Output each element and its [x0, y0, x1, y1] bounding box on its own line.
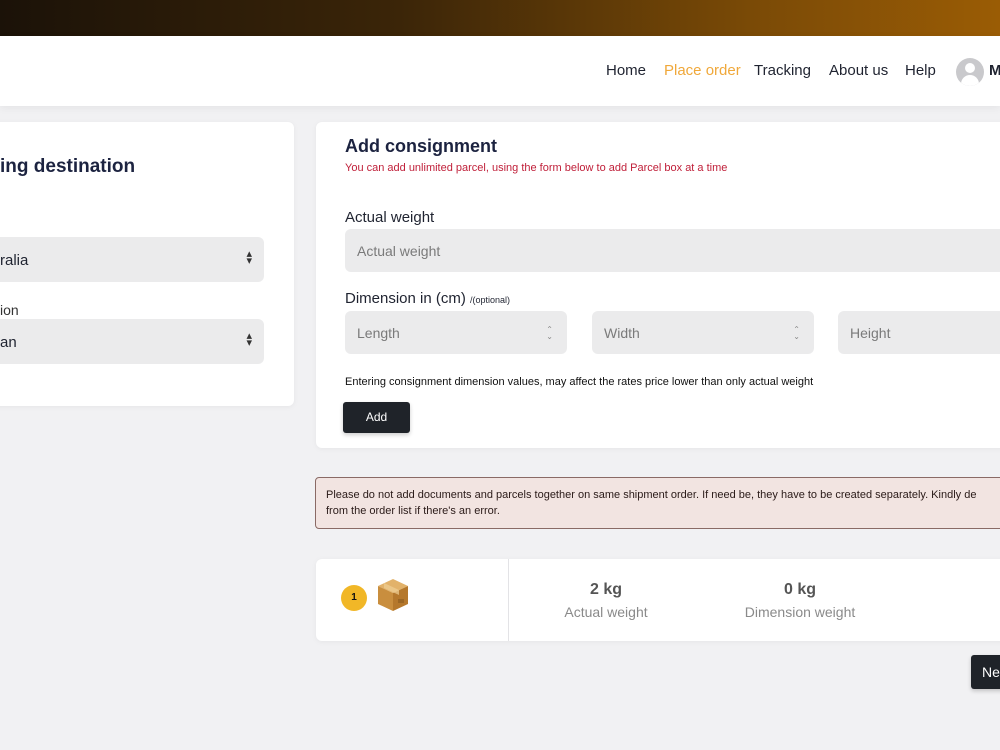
dimension-label-text: Dimension in (cm)	[345, 290, 466, 307]
stepper-icon[interactable]: ⌃ ⌄	[546, 326, 553, 341]
actual-weight-stat-label: Actual weight	[564, 604, 648, 620]
dimension-label: Dimension in (cm) /(optional)	[345, 290, 510, 307]
actual-weight-label: Actual weight	[345, 209, 435, 226]
dimension-weight-stat-label: Dimension weight	[744, 604, 856, 620]
length-placeholder: Length	[357, 325, 400, 341]
dimension-note: Entering consignment dimension values, m…	[345, 376, 814, 388]
consignment-subtitle: You can add unlimited parcel, using the …	[345, 162, 728, 174]
actual-weight-input[interactable]: Actual weight	[345, 229, 1000, 272]
length-input[interactable]: Length ⌃ ⌄	[345, 311, 567, 354]
add-button[interactable]: Add	[343, 402, 410, 433]
nav-home[interactable]: Home	[606, 62, 646, 79]
warning-alert: Please do not add documents and parcels …	[315, 477, 1000, 529]
stepper-icon[interactable]: ⌃ ⌄	[793, 326, 800, 341]
actual-weight-value: 2 kg	[589, 581, 622, 598]
consignment-title: Add consignment	[345, 136, 497, 156]
nav-about-us[interactable]: About us	[829, 62, 888, 79]
country-select[interactable]: ralia ▴ ▾	[0, 237, 264, 282]
width-placeholder: Width	[604, 325, 640, 341]
height-placeholder: Height	[850, 325, 891, 341]
parcel-index-badge: 1	[341, 585, 367, 611]
top-banner	[0, 0, 1000, 36]
width-input[interactable]: Width ⌃ ⌄	[592, 311, 814, 354]
actual-weight-stat: 2 kg Actual weight	[526, 581, 686, 620]
user-avatar-icon[interactable]	[956, 58, 984, 86]
height-input[interactable]: Height	[838, 311, 1000, 354]
select-arrows-icon: ▴ ▾	[246, 248, 252, 267]
dimension-weight-stat: 0 kg Dimension weight	[720, 581, 880, 620]
region-label: ion	[0, 302, 19, 318]
country-select-value: ralia	[0, 252, 29, 269]
parcel-box-icon	[378, 579, 408, 611]
next-button[interactable]: Ne	[971, 655, 1000, 689]
divider	[508, 559, 509, 641]
navbar: Home Place order Tracking About us Help …	[0, 36, 1000, 106]
destination-title: ing destination	[0, 156, 136, 177]
parcel-summary-card: 1 2 kg Actual weight 0 kg Dimension weig…	[316, 559, 1000, 641]
nav-place-order[interactable]: Place order	[664, 62, 741, 79]
select-arrows-icon: ▴ ▾	[246, 330, 252, 349]
warning-line-2: from the order list if there's an error.	[326, 505, 500, 517]
warning-line-1: Please do not add documents and parcels …	[326, 489, 977, 501]
destination-card: ing destination ralia ▴ ▾ ion an ▴ ▾	[0, 122, 294, 406]
user-name[interactable]: M	[989, 62, 1000, 79]
region-select-value: an	[0, 334, 17, 351]
nav-help[interactable]: Help	[905, 62, 936, 79]
nav-tracking[interactable]: Tracking	[754, 62, 811, 79]
add-consignment-card: Add consignment You can add unlimited pa…	[316, 122, 1000, 448]
dimension-weight-value: 0 kg	[783, 581, 816, 598]
region-select[interactable]: an ▴ ▾	[0, 319, 264, 364]
dimension-optional-text: /(optional)	[470, 295, 511, 305]
actual-weight-placeholder: Actual weight	[357, 243, 441, 259]
